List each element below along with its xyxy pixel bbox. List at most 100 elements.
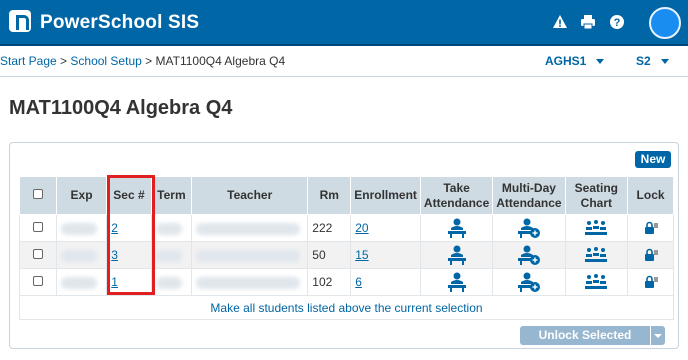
svg-text:?: ? bbox=[614, 17, 621, 29]
lock-icon[interactable] bbox=[643, 221, 659, 235]
term-selector[interactable]: S2 bbox=[636, 54, 669, 68]
redacted-value bbox=[196, 276, 301, 289]
teacher-cell bbox=[191, 268, 309, 296]
multi-day-attendance-cell bbox=[492, 241, 566, 269]
term-cell bbox=[150, 241, 193, 269]
section-link[interactable]: 1 bbox=[111, 275, 118, 289]
room-cell: 222 bbox=[307, 214, 352, 242]
breadcrumb-school-setup[interactable]: School Setup bbox=[70, 54, 141, 68]
col-take-attendance: Take Attendance bbox=[419, 176, 494, 215]
lock-cell bbox=[627, 268, 674, 296]
sec-cell: 1 bbox=[106, 268, 152, 296]
teacher-cell bbox=[191, 241, 309, 269]
unlock-selected-sections-button[interactable]: Unlock Selected Sections bbox=[520, 326, 650, 360]
new-button[interactable]: New bbox=[635, 151, 671, 168]
enrollment-link[interactable]: 6 bbox=[355, 275, 362, 289]
exp-cell bbox=[55, 268, 108, 296]
exp-cell bbox=[55, 214, 108, 242]
help-icon[interactable]: ? bbox=[608, 14, 626, 32]
table-row: 3 50 15 bbox=[19, 241, 674, 269]
row-select-cell bbox=[19, 268, 57, 296]
take-attendance-icon[interactable] bbox=[446, 217, 468, 239]
powerschool-logo-icon[interactable] bbox=[9, 10, 31, 32]
col-rm[interactable]: Rm bbox=[307, 176, 352, 215]
col-term[interactable]: Term bbox=[150, 176, 193, 215]
table-row: 2 222 20 bbox=[19, 214, 674, 242]
multi-day-attendance-icon[interactable] bbox=[517, 271, 541, 293]
row-checkbox[interactable] bbox=[32, 276, 43, 286]
take-attendance-cell bbox=[419, 214, 494, 242]
table-footer-row: Make all students listed above the curre… bbox=[19, 295, 674, 320]
school-selector-label: AGHS1 bbox=[545, 54, 587, 68]
chevron-down-icon bbox=[660, 59, 669, 65]
redacted-value bbox=[155, 249, 182, 262]
breadcrumb-separator: > bbox=[60, 54, 68, 68]
alert-icon[interactable] bbox=[551, 14, 569, 32]
row-select-cell bbox=[19, 214, 57, 242]
row-select-cell bbox=[19, 241, 57, 269]
col-teacher[interactable]: Teacher bbox=[191, 176, 309, 215]
seating-chart-cell bbox=[564, 241, 629, 269]
seating-chart-cell bbox=[564, 214, 629, 242]
col-sec[interactable]: Sec # bbox=[106, 176, 152, 215]
breadcrumb-start-page[interactable]: Start Page bbox=[0, 54, 57, 68]
school-selector[interactable]: AGHS1 bbox=[545, 54, 605, 68]
enrollment-link[interactable]: 15 bbox=[355, 248, 368, 262]
exp-cell bbox=[55, 241, 108, 269]
term-cell bbox=[150, 268, 193, 296]
multi-day-attendance-cell bbox=[492, 214, 566, 242]
app-title[interactable]: PowerSchool SIS bbox=[40, 12, 199, 34]
room-cell: 102 bbox=[307, 268, 352, 296]
breadcrumb: Start Page > School Setup > MAT1100Q4 Al… bbox=[0, 54, 285, 68]
top-navigation-bar: PowerSchool SIS ? bbox=[0, 0, 688, 46]
select-all-header bbox=[19, 176, 57, 215]
lock-icon[interactable] bbox=[643, 275, 659, 289]
col-multi-day-attendance: Multi-Day Attendance bbox=[492, 176, 566, 215]
room-cell: 50 bbox=[307, 241, 352, 269]
row-checkbox[interactable] bbox=[32, 249, 43, 259]
table-row: 1 102 6 bbox=[19, 268, 674, 296]
enrollment-cell: 20 bbox=[350, 214, 421, 242]
make-current-selection-link[interactable]: Make all students listed above the curre… bbox=[210, 301, 482, 315]
enrollment-cell: 6 bbox=[350, 268, 421, 296]
header-divider bbox=[0, 76, 688, 77]
sec-cell: 2 bbox=[106, 214, 152, 242]
col-seating-chart: Seating Chart bbox=[564, 176, 629, 215]
redacted-value bbox=[155, 276, 182, 289]
multi-day-attendance-icon[interactable] bbox=[517, 217, 541, 239]
teacher-cell bbox=[191, 214, 309, 242]
term-cell bbox=[150, 214, 193, 242]
page-title: MAT1100Q4 Algebra Q4 bbox=[9, 97, 233, 119]
row-checkbox[interactable] bbox=[32, 222, 43, 232]
take-attendance-icon[interactable] bbox=[446, 271, 468, 293]
chevron-down-icon bbox=[596, 59, 605, 65]
unlock-options-dropdown-icon[interactable] bbox=[651, 326, 665, 345]
lock-icon[interactable] bbox=[643, 248, 659, 262]
redacted-value bbox=[60, 276, 97, 289]
user-avatar[interactable] bbox=[649, 7, 681, 39]
section-link[interactable]: 2 bbox=[111, 221, 118, 235]
multi-day-attendance-icon[interactable] bbox=[517, 244, 541, 266]
section-link[interactable]: 3 bbox=[111, 248, 118, 262]
term-selector-label: S2 bbox=[636, 54, 651, 68]
seating-chart-icon[interactable] bbox=[584, 273, 608, 291]
col-enrollment[interactable]: Enrollment bbox=[350, 176, 421, 215]
col-exp[interactable]: Exp bbox=[55, 176, 108, 215]
enrollment-link[interactable]: 20 bbox=[355, 221, 368, 235]
take-attendance-cell bbox=[419, 241, 494, 269]
redacted-value bbox=[155, 222, 182, 235]
take-attendance-icon[interactable] bbox=[446, 244, 468, 266]
select-all-checkbox[interactable] bbox=[32, 189, 43, 199]
print-icon[interactable] bbox=[579, 14, 597, 32]
redacted-value bbox=[196, 222, 301, 235]
breadcrumb-separator: > bbox=[145, 54, 153, 68]
seating-chart-icon[interactable] bbox=[584, 246, 608, 264]
col-lock: Lock bbox=[627, 176, 674, 215]
seating-chart-cell bbox=[564, 268, 629, 296]
redacted-value bbox=[60, 249, 97, 262]
lock-cell bbox=[627, 214, 674, 242]
seating-chart-icon[interactable] bbox=[584, 219, 608, 237]
redacted-value bbox=[196, 249, 301, 262]
multi-day-attendance-cell bbox=[492, 268, 566, 296]
table-header-row: Exp Sec # Term Teacher Rm Enrollment Tak… bbox=[19, 176, 674, 215]
